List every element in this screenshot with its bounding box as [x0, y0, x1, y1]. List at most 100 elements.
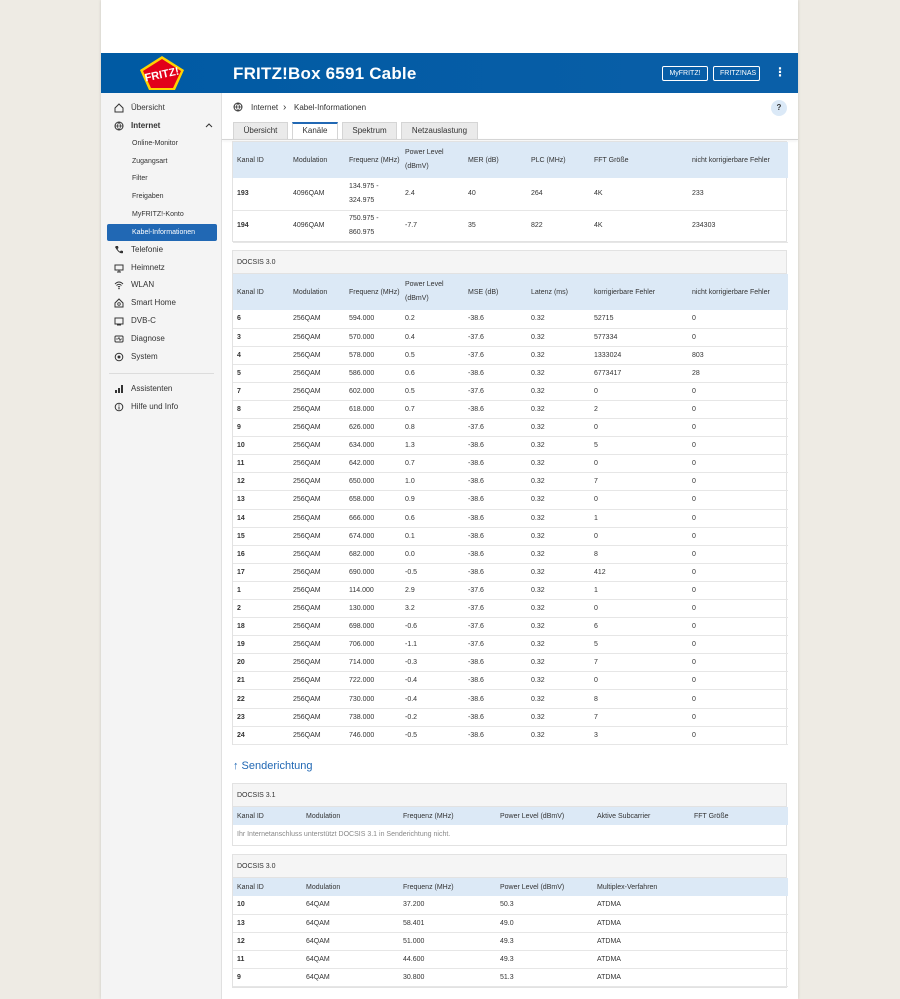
sidebar-item-heimnetz[interactable]: Heimnetz: [101, 259, 222, 276]
sidebar-item-hilfe[interactable]: Hilfe und Info: [101, 398, 222, 415]
table-cell: ATDMA: [593, 914, 690, 933]
table-cell: 256QAM: [289, 689, 345, 709]
table-cell: [690, 932, 788, 951]
cell-kanal-id: 8: [233, 400, 289, 420]
sidebar-item-smart-home[interactable]: Smart Home: [101, 294, 222, 311]
fritznas-button[interactable]: FRITZ!NAS: [713, 66, 760, 81]
table-cell: 256QAM: [289, 364, 345, 383]
table-cell: 0.2: [401, 310, 464, 329]
cell-kanal-id: 12: [233, 932, 302, 951]
sidebar-item-internet[interactable]: Internet: [101, 117, 222, 134]
table-cell: ATDMA: [593, 932, 690, 951]
column-header: Power Level (dBmV): [496, 878, 593, 896]
table-cell: -38.6: [464, 454, 527, 474]
fritz-logo[interactable]: FRITZ!: [137, 55, 187, 91]
table-cell: 0: [590, 599, 688, 619]
sidebar-sub-filter[interactable]: Filter: [107, 170, 217, 187]
table-cell: 130.000: [345, 599, 401, 619]
sidebar-item-label: DVB-C: [131, 316, 156, 325]
table-cell: 0.32: [527, 400, 590, 420]
column-header: MER (dB): [464, 142, 527, 178]
table-cell: 822: [527, 210, 590, 243]
cell-kanal-id: 11: [233, 950, 302, 969]
cell-kanal-id: 9: [233, 968, 302, 987]
product-title: FRITZ!Box 6591 Cable: [233, 64, 417, 83]
cell-kanal-id: 10: [233, 436, 289, 456]
cell-kanal-id: 16: [233, 545, 289, 564]
chevron-up-icon[interactable]: [205, 121, 213, 129]
table-cell: 0: [688, 382, 788, 401]
tab-netzauslastung[interactable]: Netzauslastung: [401, 122, 478, 139]
sidebar-sub-online-monitor[interactable]: Online-Monitor: [107, 135, 217, 152]
breadcrumb-current: Kabel-Informationen: [294, 103, 367, 112]
table-cell: ATDMA: [593, 950, 690, 969]
table-cell: 0: [688, 581, 788, 601]
sidebar-item-label: Diagnose: [131, 334, 165, 343]
sidebar-item-telefonie[interactable]: Telefonie: [101, 241, 222, 258]
table-cell: 256QAM: [289, 581, 345, 601]
table-cell: 0.32: [527, 726, 590, 745]
table-cell: 0.32: [527, 436, 590, 456]
column-header: Latenz (ms): [527, 274, 590, 310]
help-button[interactable]: ?: [771, 100, 787, 116]
cell-kanal-id: 194: [233, 210, 289, 243]
phone-icon: [115, 246, 123, 254]
table-cell: 586.000: [345, 364, 401, 383]
section-title: DOCSIS 3.0: [233, 855, 786, 878]
table-row: 10 256QAM 634.000 1.3 -38.6 0.32 5 0: [233, 436, 788, 456]
table-row: 17 256QAM 690.000 -0.5 -38.6 0.32 412 0: [233, 563, 788, 582]
table-cell: 234303: [688, 210, 788, 243]
tab-divider: [222, 139, 798, 140]
upstream-docsis31-note: Ihr Internetanschluss unterstützt DOCSIS…: [237, 830, 451, 838]
table-row: 193 4096QAM 134.975 - 324.975 2.4 40 264 4K 233: [233, 178, 788, 211]
sidebar-item-diagnose[interactable]: Diagnose: [101, 330, 222, 347]
table-row: 12 64QAM 51.000 49.3 ATDMA: [233, 932, 788, 951]
cell-kanal-id: 18: [233, 617, 289, 637]
sidebar-sub-kabel-informationen[interactable]: Kabel-Informationen: [107, 224, 217, 241]
table-cell: 256QAM: [289, 328, 345, 347]
more-menu-icon[interactable]: ⋮: [774, 66, 786, 80]
breadcrumb-internet[interactable]: Internet: [251, 103, 278, 112]
table-row: 5 256QAM 586.000 0.6 -38.6 0.32 6773417 28: [233, 364, 788, 383]
tab-spektrum[interactable]: Spektrum: [342, 122, 397, 139]
table-cell: 618.000: [345, 400, 401, 420]
table-cell: -38.6: [464, 653, 527, 673]
table-cell: 0: [688, 563, 788, 582]
table-cell: 8: [590, 689, 688, 709]
table-cell: -38.6: [464, 364, 527, 383]
table-cell: 256QAM: [289, 382, 345, 401]
table-cell: 0.32: [527, 599, 590, 619]
cell-kanal-id: 19: [233, 635, 289, 655]
table-cell: 0.1: [401, 527, 464, 546]
tab-uebersicht[interactable]: Übersicht: [233, 122, 288, 139]
table-cell: -37.6: [464, 617, 527, 637]
table-cell: 64QAM: [302, 968, 399, 987]
table-row: 6 256QAM 594.000 0.2 -38.6 0.32 52715 0: [233, 310, 788, 329]
sidebar-item-uebersicht[interactable]: Übersicht: [101, 99, 222, 116]
table-cell: [690, 914, 788, 933]
sidebar-item-system[interactable]: System: [101, 348, 222, 365]
table-row: 1 256QAM 114.000 2.9 -37.6 0.32 1 0: [233, 581, 788, 601]
table-cell: 0.32: [527, 490, 590, 510]
table-row: 3 256QAM 570.000 0.4 -37.6 0.32 577334 0: [233, 328, 788, 347]
cell-kanal-id: 6: [233, 310, 289, 329]
tab-kanaele[interactable]: Kanäle: [292, 122, 338, 139]
myfritz-button[interactable]: MyFRITZ!: [662, 66, 708, 81]
cell-kanal-id: 11: [233, 454, 289, 474]
upstream-heading[interactable]: ↑ Senderichtung: [233, 760, 313, 772]
sidebar-item-dvb-c[interactable]: DVB-C: [101, 312, 222, 329]
sidebar-sub-zugangsart[interactable]: Zugangsart: [107, 153, 217, 170]
table-cell: 0: [688, 310, 788, 329]
table-cell: -37.6: [464, 581, 527, 601]
help-icon: [114, 402, 124, 412]
sidebar-sub-freigaben[interactable]: Freigaben: [107, 188, 217, 205]
table-cell: 256QAM: [289, 509, 345, 528]
table-cell: -1.1: [401, 635, 464, 655]
sidebar-item-wlan[interactable]: WLAN: [101, 276, 222, 293]
sidebar-item-assistenten[interactable]: Assistenten: [101, 380, 222, 397]
table-cell: 0: [590, 382, 688, 401]
table-cell: 256QAM: [289, 527, 345, 546]
table-cell: 0.32: [527, 653, 590, 673]
sidebar-sub-myfritz-konto[interactable]: MyFRITZ!-Konto: [107, 206, 217, 223]
table-cell: 722.000: [345, 671, 401, 691]
